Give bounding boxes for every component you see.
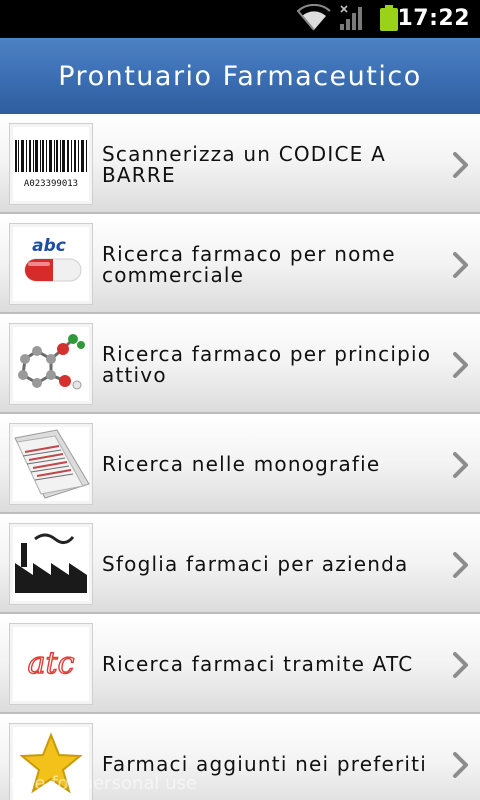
signal-icon	[340, 5, 362, 30]
chevron-right-icon	[453, 552, 468, 578]
chevron-right-icon	[453, 452, 468, 478]
chevron-right-icon	[453, 152, 468, 178]
menu-item-label: Ricerca farmaco per principio attivo	[102, 342, 432, 387]
status-bar: 17:22	[0, 0, 480, 38]
menu-item-label: Farmaci aggiunti nei preferiti	[102, 752, 427, 776]
menu-list: A023399013 Scannerizza un CODICE A BARRE…	[0, 114, 480, 800]
atc-text: atc	[28, 646, 75, 681]
menu-item-label: Ricerca nelle monografie	[102, 452, 381, 476]
menu-item-commercial-name[interactable]: abc Ricerca farmaco per nome commerciale	[0, 214, 480, 314]
menu-item-monographs[interactable]: Ricerca nelle monografie	[0, 414, 480, 514]
app-header: Prontuario Farmaceutico	[0, 38, 480, 114]
factory-icon	[9, 523, 93, 605]
documents-icon	[9, 423, 93, 505]
molecule-icon	[9, 323, 93, 405]
pill-abc-icon: abc	[9, 223, 93, 305]
barcode-icon: A023399013	[9, 123, 93, 205]
chevron-right-icon	[453, 652, 468, 678]
atc-icon: atc	[9, 623, 93, 705]
page-title: Prontuario Farmaceutico	[58, 60, 422, 92]
barcode-number: A023399013	[24, 179, 78, 189]
watermark-text: free for personal use	[10, 773, 197, 794]
menu-item-barcode[interactable]: A023399013 Scannerizza un CODICE A BARRE	[0, 114, 480, 214]
chevron-right-icon	[453, 752, 468, 778]
menu-item-label: Scannerizza un CODICE A BARRE	[102, 142, 386, 187]
pill-abc-text: abc	[32, 236, 66, 256]
wifi-icon	[296, 4, 331, 31]
menu-item-company[interactable]: Sfoglia farmaci per azienda	[0, 514, 480, 614]
menu-item-label: Ricerca farmaci tramite ATC	[102, 652, 414, 676]
status-time: 17:22	[397, 6, 470, 31]
menu-item-atc[interactable]: atc Ricerca farmaci tramite ATC	[0, 614, 480, 714]
menu-item-label: Sfoglia farmaci per azienda	[102, 552, 409, 576]
chevron-right-icon	[453, 252, 468, 278]
menu-item-label: Ricerca farmaco per nome commerciale	[102, 242, 396, 287]
chevron-right-icon	[453, 352, 468, 378]
menu-item-active-ingredient[interactable]: Ricerca farmaco per principio attivo	[0, 314, 480, 414]
